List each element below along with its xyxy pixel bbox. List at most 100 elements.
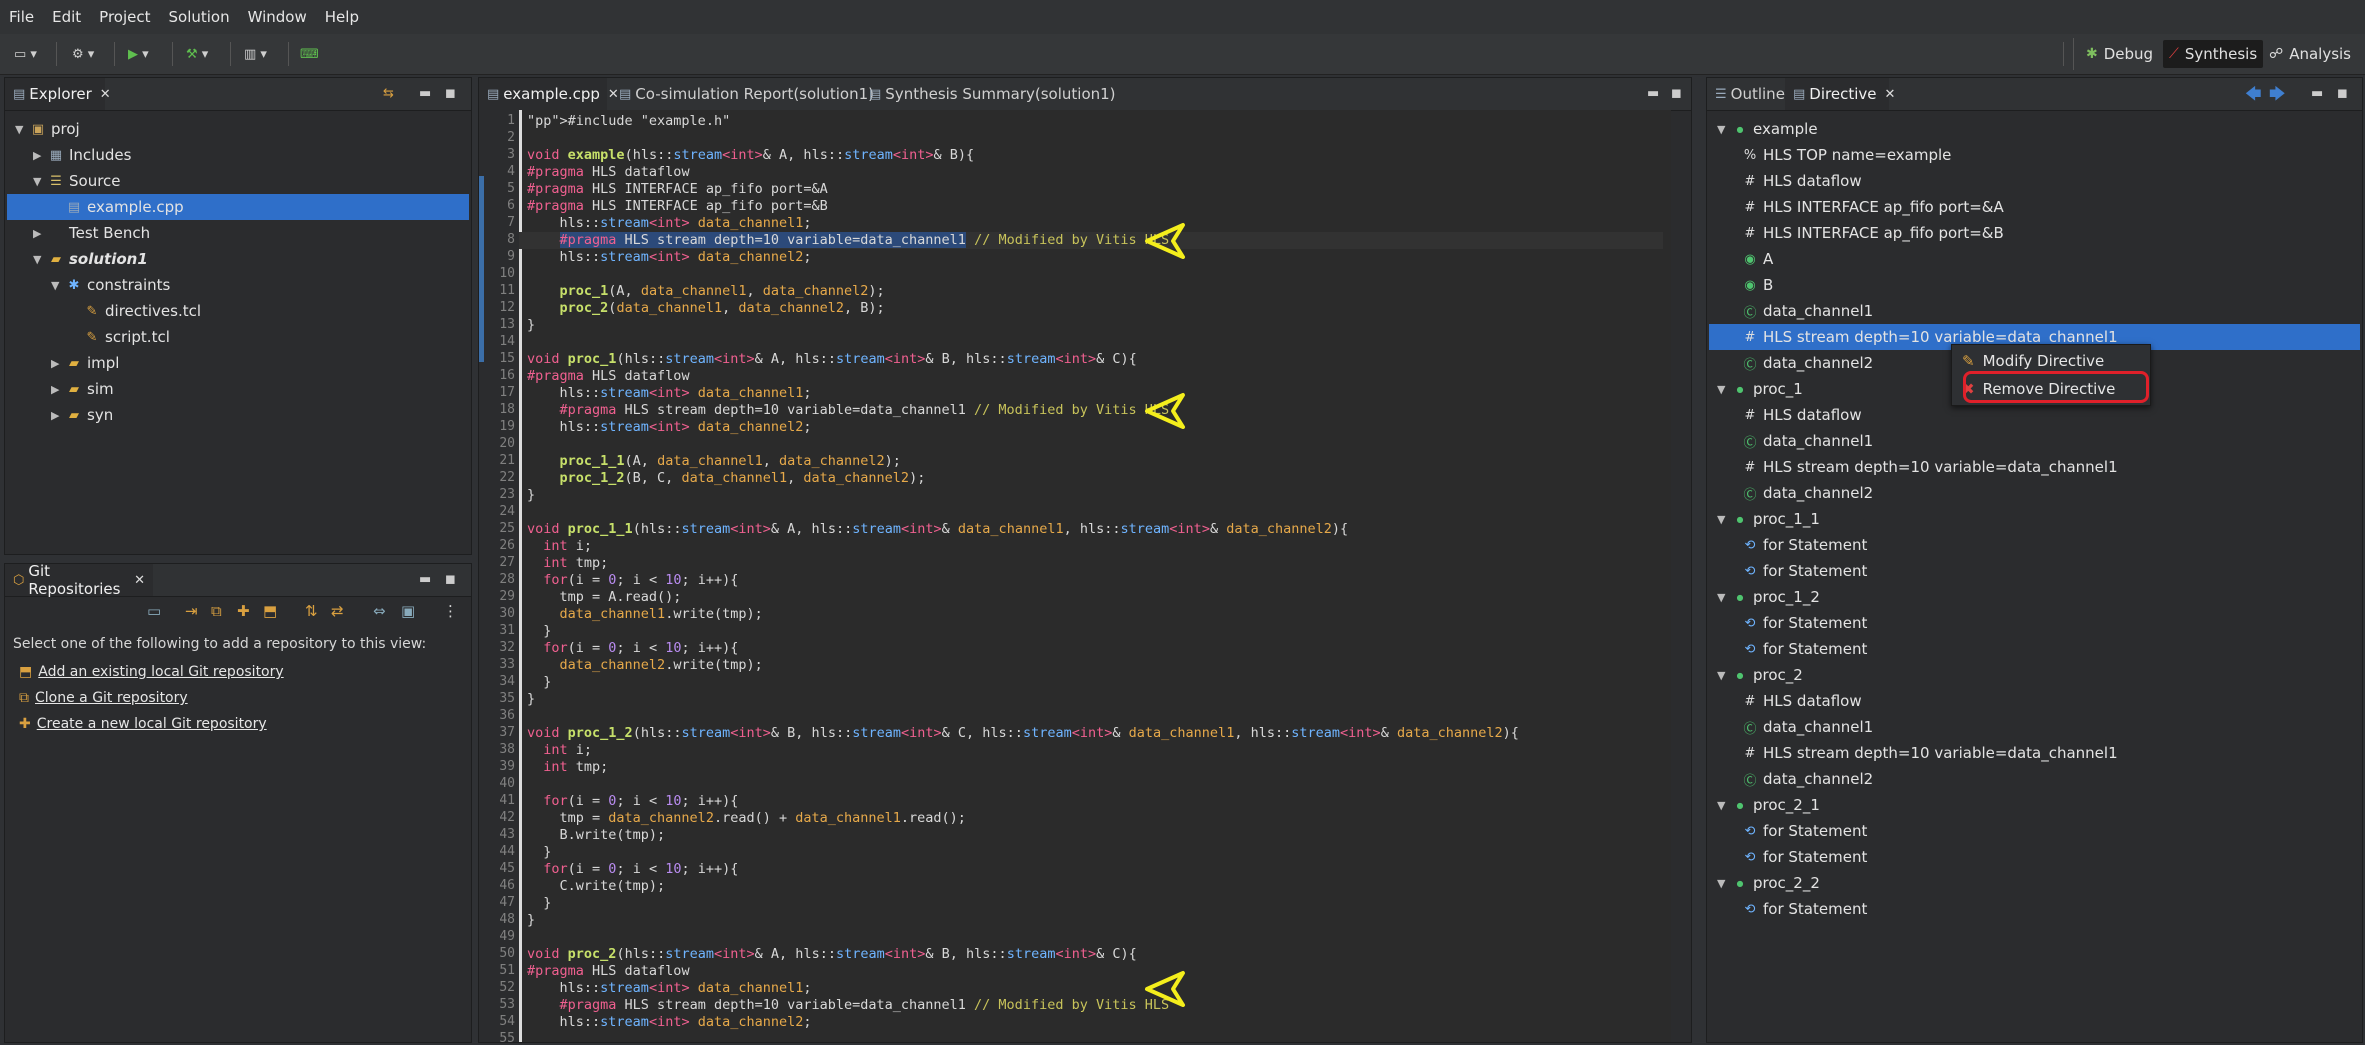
directive-item[interactable]: ◉ A xyxy=(1709,246,2360,272)
directive-item[interactable]: ◉ B xyxy=(1709,272,2360,298)
close-icon[interactable]: ✕ xyxy=(100,87,111,102)
collapse-all-icon[interactable]: ▭ xyxy=(147,602,161,620)
directive-item[interactable]: # HLS stream depth=10 variable=data_chann… xyxy=(1709,740,2360,766)
explorer-item[interactable]: ✎ directives.tcl xyxy=(7,298,469,324)
forward-arrow-icon[interactable]: 🡆 xyxy=(2269,83,2286,110)
directive-item[interactable]: ⟲ for Statement xyxy=(1709,532,2360,558)
chevron-down-icon[interactable]: ▼ xyxy=(1717,669,1731,682)
maximize-icon[interactable]: ◼ xyxy=(1671,86,1682,101)
explorer-item[interactable]: ▶ ▦ Includes xyxy=(7,142,469,168)
chevron-right-icon[interactable]: ▶ xyxy=(51,357,65,370)
run-menu-button[interactable]: ▶ ▾ xyxy=(128,42,149,66)
perspective-synthesis[interactable]: ⟋ Synthesis xyxy=(2163,40,2264,68)
explorer-item[interactable]: ▼ ▰ solution1 xyxy=(7,246,469,272)
chevron-right-icon[interactable]: ▶ xyxy=(51,409,65,422)
terminal-button[interactable]: ⌨ xyxy=(300,42,319,66)
directive-item[interactable]: ⟲ for Statement xyxy=(1709,558,2360,584)
clone-repo-icon[interactable]: ⧉ xyxy=(211,602,222,620)
create-repo-link[interactable]: ✚ Create a new local Git repository xyxy=(19,716,267,732)
maximize-icon[interactable]: ◼ xyxy=(445,86,456,101)
chevron-right-icon[interactable]: ▶ xyxy=(33,227,47,240)
directive-item[interactable]: Ⓒdata_channel1 xyxy=(1709,714,2360,740)
explorer-item[interactable]: ▶ ▰ impl xyxy=(7,350,469,376)
perspective-debug[interactable]: ✱ Debug xyxy=(2080,40,2159,68)
directive-item[interactable]: ⟲ for Statement xyxy=(1709,844,2360,870)
new-menu-button[interactable]: ▭ ▾ xyxy=(14,42,37,66)
minimize-icon[interactable]: ▬ xyxy=(2311,86,2323,101)
chevron-down-icon[interactable]: ▼ xyxy=(1717,799,1731,812)
link-icon[interactable]: ⇔ xyxy=(373,602,386,620)
directive-item[interactable]: ⟲ for Statement xyxy=(1709,896,2360,922)
chevron-right-icon[interactable]: ▶ xyxy=(51,383,65,396)
chevron-down-icon[interactable]: ▼ xyxy=(1717,513,1731,526)
directive-item[interactable]: ⟲ for Statement xyxy=(1709,636,2360,662)
sync-icon[interactable]: ⇄ xyxy=(331,602,344,620)
add-repo-icon[interactable]: ⇥ xyxy=(185,602,198,620)
minimize-icon[interactable]: ▬ xyxy=(1647,86,1659,101)
fetch-icon[interactable]: ⇅ xyxy=(305,602,318,620)
menu-file[interactable]: File xyxy=(0,8,43,26)
chevron-down-icon[interactable]: ▼ xyxy=(1717,591,1731,604)
menu-window[interactable]: Window xyxy=(239,8,316,26)
explorer-item[interactable]: ▶ ▰ syn xyxy=(7,402,469,428)
tab-directive[interactable]: ▤ Directive ✕ xyxy=(1785,78,1895,110)
chevron-down-icon[interactable]: ▼ xyxy=(1717,877,1731,890)
directive-item[interactable]: # HLS dataflow xyxy=(1709,688,2360,714)
clone-repo-link[interactable]: ⧉ Clone a Git repository xyxy=(19,690,188,706)
minimize-icon[interactable]: ▬ xyxy=(419,572,431,587)
directive-item[interactable]: # HLS dataflow xyxy=(1709,168,2360,194)
explorer-item[interactable]: ▼ ▣ proj xyxy=(7,116,469,142)
directive-item[interactable]: % HLS TOP name=example xyxy=(1709,142,2360,168)
maximize-icon[interactable]: ◼ xyxy=(445,572,456,587)
menu-solution[interactable]: Solution xyxy=(160,8,239,26)
tab-git-repositories[interactable]: ⬡ Git Repositories ✕ xyxy=(5,564,153,598)
chevron-down-icon[interactable]: ▼ xyxy=(33,175,47,188)
explorer-item[interactable]: ▼ ✱ constraints xyxy=(7,272,469,298)
directive-item[interactable]: ▼ ● proc_1_2 xyxy=(1709,584,2360,610)
directive-item[interactable]: ⟲ for Statement xyxy=(1709,818,2360,844)
directive-item[interactable]: Ⓒdata_channel1 xyxy=(1709,428,2360,454)
chevron-down-icon[interactable]: ▼ xyxy=(51,279,65,292)
close-icon[interactable]: ✕ xyxy=(134,573,145,588)
analysis-menu-button[interactable]: ▥ ▾ xyxy=(244,42,267,66)
chevron-right-icon[interactable]: ▶ xyxy=(33,149,47,162)
directive-item[interactable]: Ⓒdata_channel2 xyxy=(1709,480,2360,506)
code-editor[interactable]: "pp">#include "example.h" void example(hl… xyxy=(519,110,1671,1042)
chevron-down-icon[interactable]: ▼ xyxy=(1717,123,1731,136)
tab-synthesis-summary[interactable]: ▤ Synthesis Summary(solution1) xyxy=(861,78,1124,110)
directive-item[interactable]: ▼ ● proc_2_1 xyxy=(1709,792,2360,818)
directive-item[interactable]: Ⓒdata_channel1 xyxy=(1709,298,2360,324)
directive-item[interactable]: ▼ ● proc_2 xyxy=(1709,662,2360,688)
explorer-item[interactable]: ▼ ☰ Source xyxy=(7,168,469,194)
directive-item[interactable]: ▼ ● proc_2_2 xyxy=(1709,870,2360,896)
view-menu-icon[interactable]: ⋮ xyxy=(443,602,458,620)
chevron-down-icon[interactable]: ▼ xyxy=(33,253,47,266)
back-arrow-icon[interactable]: 🡄 xyxy=(2245,83,2262,110)
link-editor-icon[interactable]: ⇆ xyxy=(383,86,394,101)
directive-item[interactable]: # HLS stream depth=10 variable=data_chann… xyxy=(1709,454,2360,480)
directive-item[interactable]: # HLS INTERFACE ap_fifo port=&A xyxy=(1709,194,2360,220)
tab-outline[interactable]: ☰ Outline xyxy=(1707,78,1793,110)
explorer-item[interactable]: ▤ example.cpp xyxy=(7,194,469,220)
menu-help[interactable]: Help xyxy=(316,8,368,26)
tab-cosim-report[interactable]: ▤ Co-simulation Report(solution1) xyxy=(611,78,882,110)
maximize-icon[interactable]: ◼ xyxy=(2337,86,2348,101)
tool-menu-button[interactable]: ⚒ ▾ xyxy=(186,42,208,66)
close-icon[interactable]: ✕ xyxy=(1884,87,1895,102)
perspective-analysis[interactable]: ☍ Analysis xyxy=(2263,40,2357,68)
chevron-down-icon[interactable]: ▼ xyxy=(1717,383,1731,396)
directive-item[interactable]: # HLS INTERFACE ap_fifo port=&B xyxy=(1709,220,2360,246)
tab-explorer[interactable]: ▤ Explorer ✕ xyxy=(5,78,111,110)
menu-edit[interactable]: Edit xyxy=(43,8,90,26)
menu-project[interactable]: Project xyxy=(90,8,159,26)
minimize-icon[interactable]: ▬ xyxy=(419,86,431,101)
explorer-item[interactable]: ▶ ▰ sim xyxy=(7,376,469,402)
add-existing-repo-link[interactable]: ⬒ Add an existing local Git repository xyxy=(19,664,284,680)
directive-item[interactable]: Ⓒdata_channel2 xyxy=(1709,766,2360,792)
directive-item[interactable]: ⟲ for Statement xyxy=(1709,610,2360,636)
explorer-item[interactable]: ✎ script.tcl xyxy=(7,324,469,350)
explorer-item[interactable]: ▶ Test Bench xyxy=(7,220,469,246)
filter-icon[interactable]: ▣ xyxy=(401,602,415,620)
settings-menu-button[interactable]: ⚙ ▾ xyxy=(72,42,94,66)
import-icon[interactable]: ⬒ xyxy=(263,602,277,620)
